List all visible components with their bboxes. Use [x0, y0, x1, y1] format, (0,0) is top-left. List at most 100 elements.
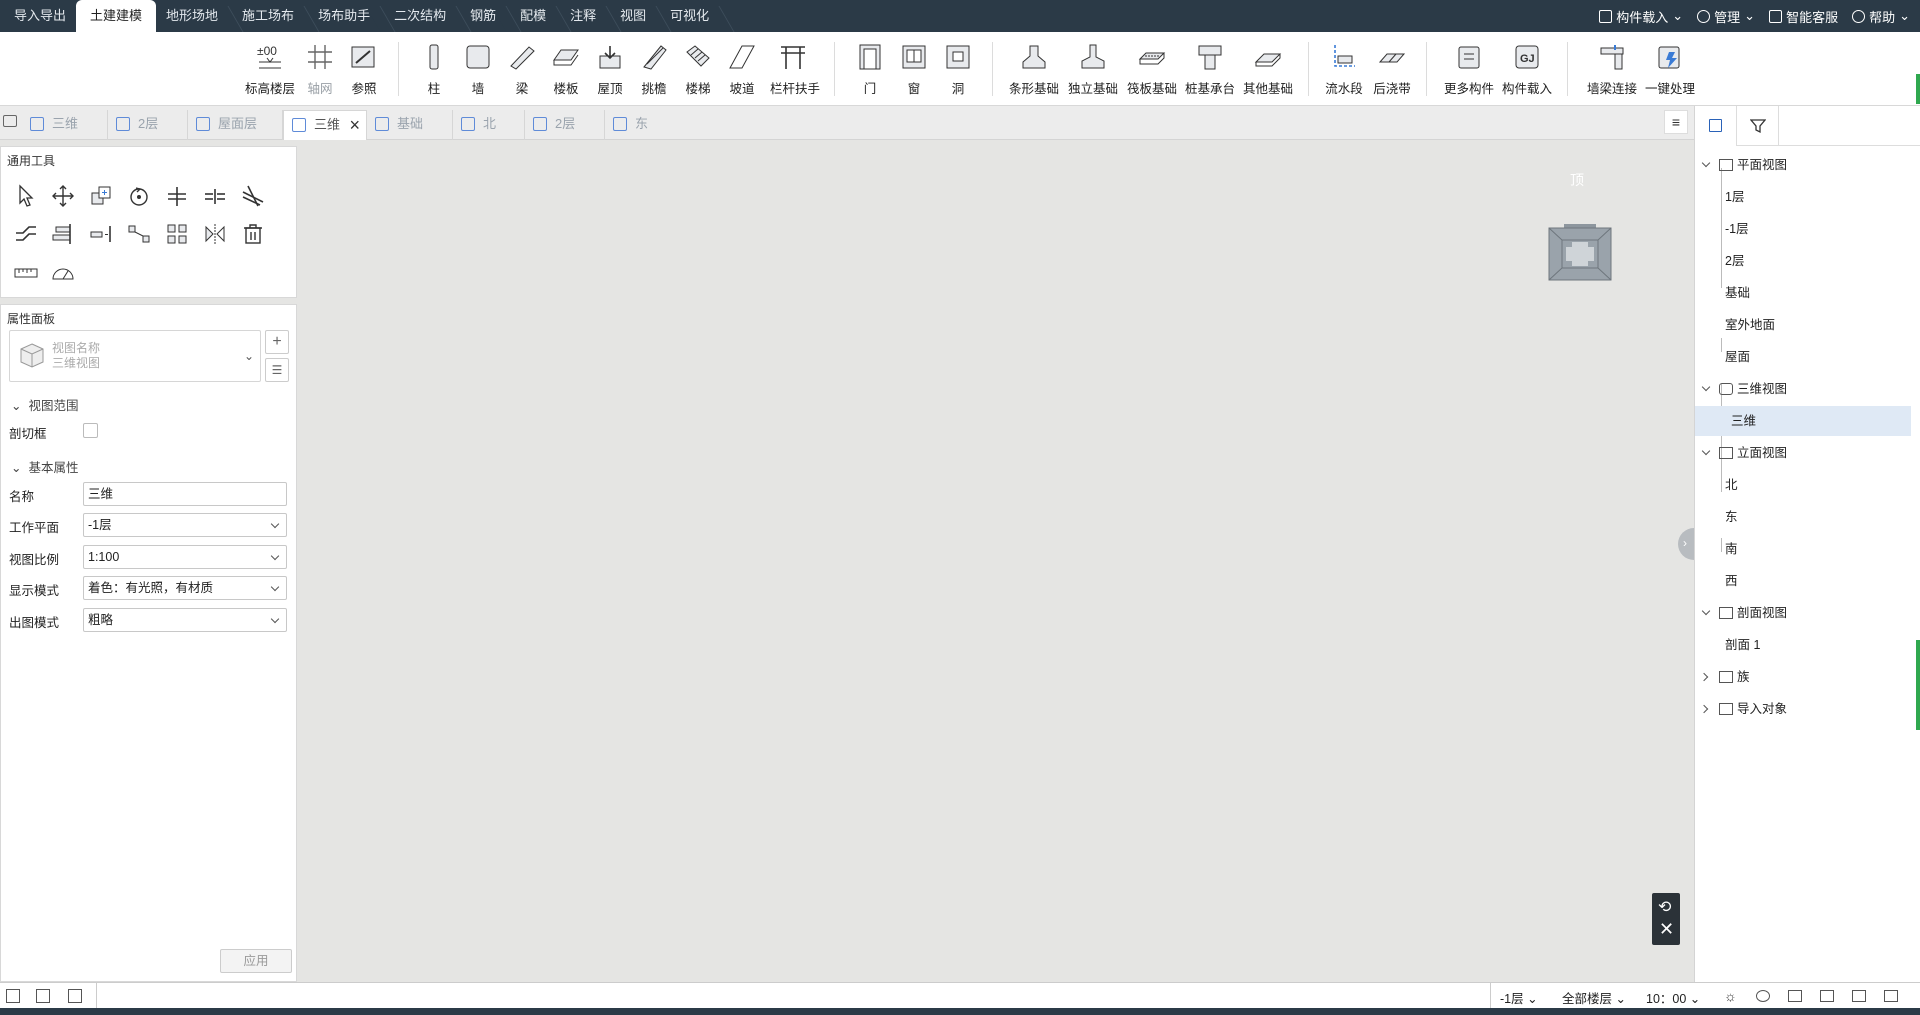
tab-civil-modeling[interactable]: 土建建模	[76, 0, 157, 32]
close-icon[interactable]: ✕	[1659, 919, 1674, 940]
time-select[interactable]: 10：00 ⌄	[1646, 988, 1700, 1007]
manage-menu[interactable]: 管理 ⌄	[1697, 7, 1755, 26]
wall-beam-connect-button[interactable]: 墙梁连接	[1586, 42, 1638, 97]
add-type-button[interactable]: +	[265, 330, 289, 354]
offset-tool[interactable]	[13, 221, 39, 247]
all-levels-select[interactable]: 全部楼层 ⌄	[1562, 988, 1626, 1007]
railing-button[interactable]: 栏杆扶手	[770, 42, 820, 97]
tab-import-export[interactable]: 导入导出	[0, 0, 80, 32]
more-components-button[interactable]: 更多构件	[1443, 42, 1495, 97]
view-type-dropdown[interactable]: 视图名称 三维视图 ⌄	[9, 330, 261, 382]
view-cube-toggle-icon[interactable]	[1884, 990, 1898, 1002]
tab-annotation[interactable]: 注释	[556, 0, 610, 32]
tab-layout-assistant[interactable]: 场布助手	[304, 0, 384, 32]
copy-tool[interactable]	[88, 183, 114, 209]
smart-service-button[interactable]: 智能客服	[1769, 7, 1838, 26]
extend-tool[interactable]	[164, 183, 190, 209]
opening-button[interactable]: 洞	[943, 42, 973, 97]
window-button[interactable]: 窗	[899, 42, 929, 97]
beam-button[interactable]: 梁	[507, 42, 537, 97]
display-mode-select[interactable]: 着色：有光照，有材质	[83, 576, 287, 600]
tree-item-level[interactable]: 2层	[1725, 246, 1744, 276]
sun-icon[interactable]: ☼	[1724, 988, 1737, 1004]
mirror-tool[interactable]	[202, 221, 228, 247]
trim-tool[interactable]	[240, 183, 266, 209]
rotate-tool[interactable]	[126, 183, 152, 209]
column-button[interactable]: 柱	[419, 42, 449, 97]
tree-item-level[interactable]: 室外地面	[1725, 310, 1775, 340]
view-tab[interactable]: 2层	[525, 110, 605, 140]
layout-icon[interactable]	[6, 989, 20, 1003]
stair-button[interactable]: 楼梯	[683, 42, 713, 97]
view-tab[interactable]: 2层	[108, 110, 188, 140]
grid-display-icon[interactable]	[1820, 990, 1834, 1002]
section-view-range[interactable]: ⌄ 视图范围	[11, 395, 78, 414]
zoom-fit-icon[interactable]	[1852, 990, 1866, 1002]
break-tool[interactable]	[88, 221, 114, 247]
tab-secondary-structure[interactable]: 二次结构	[380, 0, 460, 32]
group-tool[interactable]	[164, 221, 190, 247]
current-level-select[interactable]: -1层 ⌄	[1500, 988, 1538, 1007]
select-tool[interactable]	[13, 183, 39, 209]
tree-elevation-views[interactable]: 立面视图	[1701, 438, 1787, 468]
view-tab[interactable]: 东	[605, 110, 675, 140]
reset-view-icon[interactable]: ⟲	[1658, 897, 1671, 917]
door-button[interactable]: 门	[855, 42, 885, 97]
view-tab[interactable]: 屋面层	[188, 110, 283, 140]
component-load-menu[interactable]: 构件载入 ⌄	[1599, 7, 1683, 26]
tree-imported-objects[interactable]: 导入对象	[1699, 694, 1787, 724]
section-basic-properties[interactable]: ⌄ 基本属性	[11, 457, 78, 476]
delete-tool[interactable]	[240, 221, 266, 247]
tab-site-layout[interactable]: 施工场布	[228, 0, 308, 32]
post-pour-strip-button[interactable]: 后浇带	[1372, 42, 1412, 97]
flow-section-button[interactable]: 流水段	[1325, 42, 1363, 97]
tree-item-level[interactable]: 1层	[1725, 182, 1744, 212]
section-box-checkbox[interactable]	[83, 423, 98, 438]
display-icon[interactable]	[1788, 990, 1802, 1002]
view-tab-active[interactable]: 三维 ×	[283, 110, 367, 140]
level-floor-button[interactable]: ±00 标高楼层	[244, 42, 296, 97]
eave-button[interactable]: 挑檐	[639, 42, 669, 97]
tree-family[interactable]: 族	[1699, 662, 1750, 692]
tab-visualization[interactable]: 可视化	[656, 0, 723, 32]
filter-tab[interactable]	[1737, 106, 1779, 146]
tree-3d-views[interactable]: 三维视图	[1701, 374, 1787, 404]
tree-item-elevation[interactable]: 东	[1725, 502, 1738, 532]
view-tab[interactable]: 三维	[22, 110, 108, 140]
angle-measure-tool[interactable]	[50, 259, 76, 285]
other-foundation-button[interactable]: 其他基础	[1243, 42, 1293, 97]
view-cube[interactable]	[1548, 222, 1612, 282]
tree-section-views[interactable]: 剖面视图	[1701, 598, 1787, 628]
tree-plan-views[interactable]: 平面视图	[1701, 150, 1787, 180]
slab-button[interactable]: 楼板	[551, 42, 581, 97]
tab-view[interactable]: 视图	[606, 0, 660, 32]
close-icon[interactable]: ×	[349, 111, 360, 139]
ramp-button[interactable]: 坡道	[727, 42, 757, 97]
wall-button[interactable]: 墙	[463, 42, 493, 97]
view-tab[interactable]: 北	[453, 110, 525, 140]
tree-item-level[interactable]: 基础	[1725, 278, 1750, 308]
tree-item-elevation[interactable]: 北	[1725, 470, 1738, 500]
roof-button[interactable]: 屋顶	[595, 42, 625, 97]
render-icon[interactable]	[1756, 990, 1770, 1002]
array-tool[interactable]	[126, 221, 152, 247]
align-tool[interactable]	[50, 221, 76, 247]
cascade-icon[interactable]	[68, 989, 82, 1003]
tree-item-elevation[interactable]: 南	[1725, 534, 1738, 564]
tree-item-elevation[interactable]: 西	[1725, 566, 1738, 596]
tree-item-level[interactable]: -1层	[1725, 214, 1749, 244]
tab-rebar[interactable]: 钢筋	[456, 0, 510, 32]
type-settings-button[interactable]: ☰	[265, 358, 289, 382]
tree-item-section[interactable]: 剖面 1	[1725, 630, 1760, 660]
raft-foundation-button[interactable]: 筏板基础	[1127, 42, 1177, 97]
one-key-process-button[interactable]: 一键处理	[1645, 42, 1695, 97]
axis-grid-button[interactable]: 轴网	[305, 42, 335, 97]
output-mode-select[interactable]: 粗略	[83, 608, 287, 632]
work-plane-select[interactable]: -1层	[83, 513, 287, 537]
pile-cap-button[interactable]: 桩基承台	[1185, 42, 1235, 97]
view-scale-select[interactable]: 1:100	[83, 545, 287, 569]
strip-foundation-button[interactable]: 条形基础	[1009, 42, 1059, 97]
tree-item-3d-selected[interactable]: 三维	[1695, 406, 1911, 436]
reference-button[interactable]: 参照	[349, 42, 379, 97]
browser-tab[interactable]	[1695, 106, 1737, 146]
